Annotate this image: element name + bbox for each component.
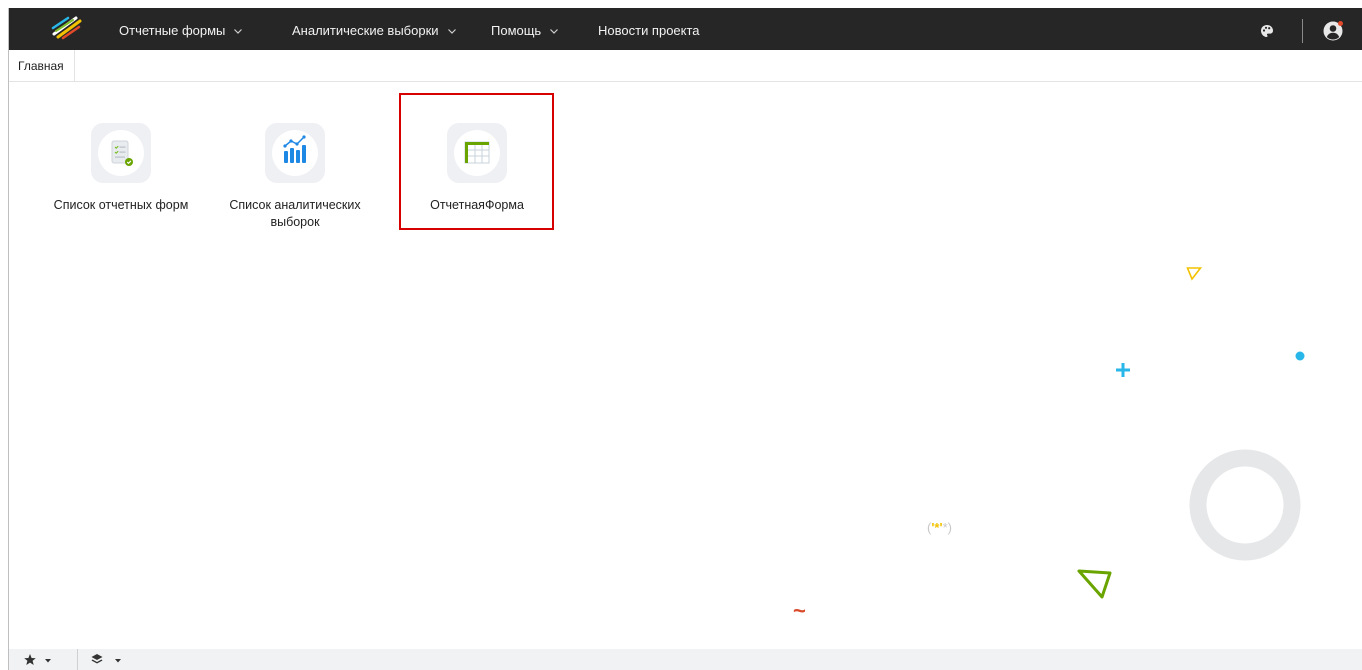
tile-report-list-icon-box (91, 123, 151, 183)
top-navbar: Отчетные формы Аналитические выборки Пом… (9, 8, 1362, 50)
nav-menu-news-label: Новости проекта (598, 23, 700, 38)
chevron-down-icon (550, 8, 559, 53)
dot-icon (1295, 351, 1305, 361)
tile-analytics-list-icon-box (265, 123, 325, 183)
stars-decoration: ('*'*) (927, 520, 952, 535)
nav-menu-help[interactable]: Помощь (491, 8, 559, 53)
bottom-toolbar-divider (77, 649, 78, 670)
tile-analytics-list-label: Список аналитических выборок (229, 198, 361, 229)
report-list-icon (98, 130, 144, 176)
layers-menu-button[interactable] (91, 653, 127, 669)
tab-home[interactable]: Главная (9, 50, 75, 81)
tile-report-list[interactable]: Список отчетных форм (41, 123, 201, 214)
plus-icon (1116, 363, 1130, 377)
tilde-decoration: ~ (793, 598, 806, 623)
analytics-chart-icon (272, 130, 318, 176)
nav-menu-help-label: Помощь (491, 23, 542, 38)
user-icon[interactable] (1322, 20, 1344, 42)
triangle-outline-yellow-icon (1186, 267, 1202, 281)
bottom-toolbar (9, 649, 1362, 670)
app-frame: Отчетные формы Аналитические выборки Пом… (8, 8, 1362, 670)
tile-analytics-list[interactable]: Список аналитических выборок (215, 123, 375, 231)
nav-menu-reports-label: Отчетные формы (119, 23, 226, 38)
nav-menu-analytics-label: Аналитические выборки (292, 23, 439, 38)
chevron-down-icon (447, 8, 456, 53)
highlight-box (399, 93, 554, 230)
navbar-divider (1302, 19, 1303, 43)
stars-right: *) (942, 520, 952, 535)
stars-mark: '*' (931, 520, 943, 535)
chevron-down-icon (234, 8, 243, 53)
triangle-outline-green-icon (1077, 569, 1112, 599)
star-icon (24, 654, 51, 665)
nav-menu-analytics[interactable]: Аналитические выборки (292, 8, 456, 50)
nav-menu-news[interactable]: Новости проекта (598, 8, 700, 50)
tab-home-label: Главная (18, 59, 64, 73)
tab-strip: Главная (9, 50, 1362, 82)
palette-icon[interactable] (1260, 24, 1274, 38)
ring-icon (1189, 449, 1301, 561)
tile-report-list-label: Список отчетных форм (53, 198, 189, 212)
nav-menu-reports[interactable]: Отчетные формы (119, 8, 243, 53)
logo-icon[interactable] (51, 15, 83, 41)
favorites-menu-button[interactable] (24, 653, 58, 669)
layers-icon (91, 654, 121, 664)
